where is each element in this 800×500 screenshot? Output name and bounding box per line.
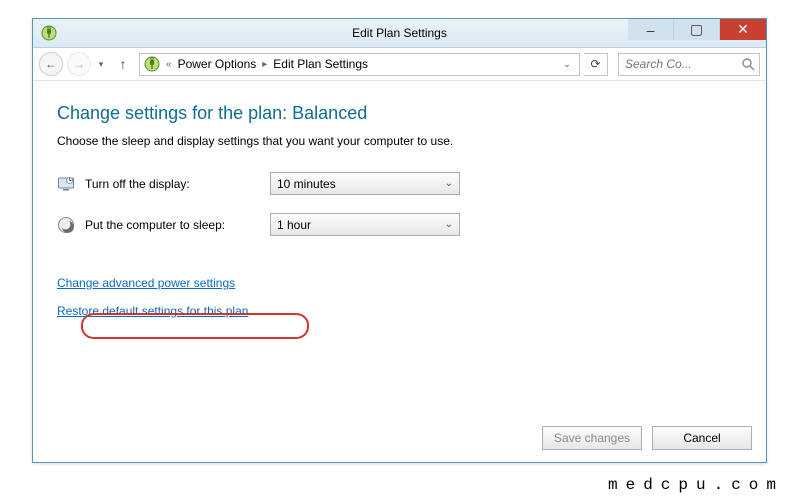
chevron-down-icon: ⌄ <box>445 178 453 189</box>
refresh-button[interactable]: ⟳ <box>584 53 608 76</box>
nav-bar: ← → ▾ ↑ « Power Options ▸ Edit <box>33 48 766 81</box>
recent-locations-button[interactable]: ▾ <box>95 52 107 76</box>
arrow-left-icon: ← <box>45 57 57 71</box>
setting-row-display: Turn off the display: 10 minutes ⌄ <box>57 172 746 195</box>
setting-row-sleep: Put the computer to sleep: 1 hour ⌄ <box>57 213 746 236</box>
restore-defaults-link[interactable]: Restore default settings for this plan <box>57 304 248 318</box>
display-icon <box>57 175 75 193</box>
breadcrumb[interactable]: « Power Options ▸ Edit Plan Settings ⌄ <box>139 53 580 76</box>
display-label: Turn off the display: <box>85 177 270 191</box>
sleep-timeout-value: 1 hour <box>277 218 311 232</box>
save-changes-button[interactable]: Save changes <box>542 426 642 450</box>
chevron-down-icon: ▾ <box>99 59 104 70</box>
crumb-prefix: « <box>164 59 174 70</box>
search-input[interactable] <box>619 54 759 75</box>
page-subtext: Choose the sleep and display settings th… <box>57 134 746 148</box>
crumb-power-options[interactable]: Power Options <box>178 57 257 71</box>
sleep-label: Put the computer to sleep: <box>85 218 270 232</box>
up-button[interactable]: ↑ <box>111 52 135 76</box>
cancel-button[interactable]: Cancel <box>652 426 752 450</box>
footer-buttons: Save changes Cancel <box>542 426 752 450</box>
power-options-icon <box>144 56 160 72</box>
page-title: Change settings for the plan: Balanced <box>57 103 746 124</box>
arrow-up-icon: ↑ <box>120 56 127 72</box>
change-advanced-link[interactable]: Change advanced power settings <box>57 276 235 290</box>
title-bar: Edit Plan Settings – ▢ ✕ <box>33 19 766 48</box>
watermark: medcpu.com <box>608 476 784 494</box>
crumb-history-dropdown[interactable]: ⌄ <box>559 59 575 70</box>
chevron-down-icon: ⌄ <box>445 219 453 230</box>
search-box[interactable] <box>618 53 760 76</box>
maximize-button[interactable]: ▢ <box>674 19 720 40</box>
chevron-right-icon: ▸ <box>260 59 269 70</box>
window-controls: – ▢ ✕ <box>628 19 766 40</box>
close-button[interactable]: ✕ <box>720 19 766 40</box>
chevron-down-icon: ⌄ <box>563 59 571 70</box>
content-area: Change settings for the plan: Balanced C… <box>33 81 766 328</box>
back-button[interactable]: ← <box>39 52 63 76</box>
display-timeout-value: 10 minutes <box>277 177 336 191</box>
crumb-edit-plan-settings[interactable]: Edit Plan Settings <box>273 57 368 71</box>
search-icon <box>741 57 755 71</box>
minimize-button[interactable]: – <box>628 19 674 40</box>
sleep-icon <box>57 216 75 234</box>
arrow-right-icon: → <box>73 57 85 71</box>
refresh-icon: ⟳ <box>590 57 600 71</box>
window-frame: Edit Plan Settings – ▢ ✕ ← → ▾ ↑ <box>32 18 767 463</box>
forward-button[interactable]: → <box>67 52 91 76</box>
sleep-timeout-dropdown[interactable]: 1 hour ⌄ <box>270 213 460 236</box>
power-options-icon <box>41 25 57 41</box>
display-timeout-dropdown[interactable]: 10 minutes ⌄ <box>270 172 460 195</box>
